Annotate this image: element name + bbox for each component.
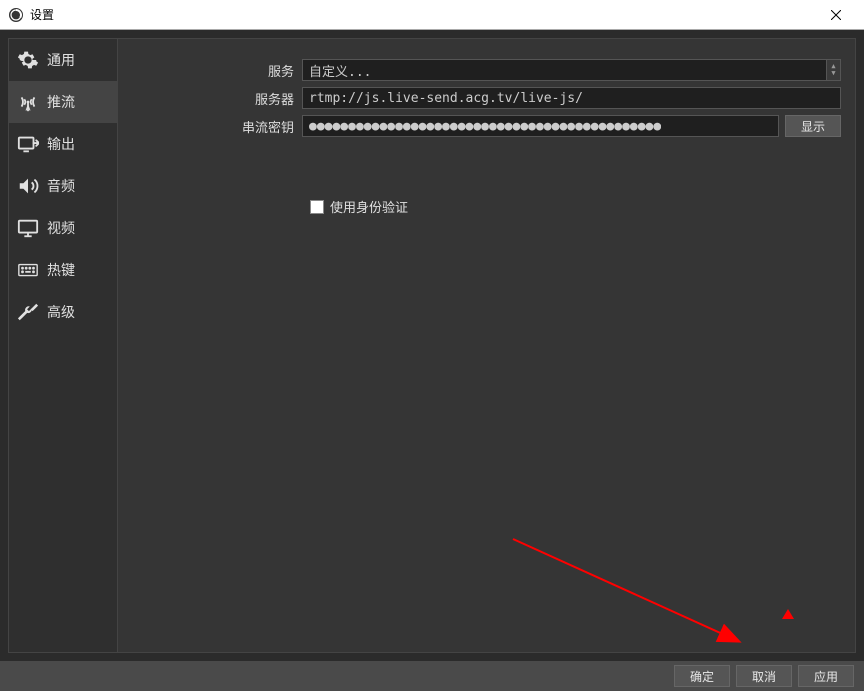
sidebar-item-label: 热键 — [47, 260, 75, 280]
monitor-icon — [17, 217, 39, 239]
gear-icon — [17, 49, 39, 71]
svg-text:A: A — [25, 103, 31, 112]
server-input-value: rtmp://js.live-send.acg.tv/live-js/ — [309, 91, 583, 106]
dialog-footer: 确定 取消 应用 — [0, 661, 864, 691]
ok-button[interactable]: 确定 — [674, 665, 730, 687]
stream-key-label: 串流密钥 — [132, 117, 302, 136]
sidebar-item-general[interactable]: 通用 — [9, 39, 117, 81]
service-row: 服务 自定义... ▲▼ — [132, 59, 841, 81]
server-row: 服务器 rtmp://js.live-send.acg.tv/live-js/ — [132, 87, 841, 109]
stream-key-masked-value: ●●●●●●●●●●●●●●●●●●●●●●●●●●●●●●●●●●●●●●●●… — [309, 119, 661, 134]
show-stream-key-button[interactable]: 显示 — [785, 115, 841, 137]
keyboard-icon — [17, 259, 39, 281]
cancel-button[interactable]: 取消 — [736, 665, 792, 687]
server-input[interactable]: rtmp://js.live-send.acg.tv/live-js/ — [302, 87, 841, 109]
service-label: 服务 — [132, 61, 302, 80]
close-button[interactable] — [816, 0, 856, 29]
apply-button[interactable]: 应用 — [798, 665, 854, 687]
sidebar-item-hotkeys[interactable]: 热键 — [9, 249, 117, 291]
settings-sidebar: 通用 A 推流 输出 — [8, 38, 118, 653]
sidebar-item-audio[interactable]: 音频 — [9, 165, 117, 207]
use-auth-label: 使用身份验证 — [330, 197, 408, 216]
window-title: 设置 — [30, 6, 816, 23]
sidebar-item-label: 推流 — [47, 92, 75, 112]
sidebar-item-label: 音频 — [47, 176, 75, 196]
titlebar: 设置 — [0, 0, 864, 30]
obs-icon — [8, 7, 24, 23]
server-label: 服务器 — [132, 89, 302, 108]
service-select[interactable]: 自定义... ▲▼ — [302, 59, 841, 81]
sidebar-item-label: 输出 — [47, 134, 75, 154]
sidebar-item-output[interactable]: 输出 — [9, 123, 117, 165]
sidebar-item-video[interactable]: 视频 — [9, 207, 117, 249]
sidebar-item-label: 视频 — [47, 218, 75, 238]
chevron-updown-icon: ▲▼ — [826, 60, 840, 80]
speaker-icon — [17, 175, 39, 197]
antenna-icon: A — [17, 91, 39, 113]
stream-key-row: 串流密钥 ●●●●●●●●●●●●●●●●●●●●●●●●●●●●●●●●●●●… — [132, 115, 841, 137]
sidebar-item-label: 高级 — [47, 302, 75, 322]
service-select-value: 自定义... — [309, 61, 371, 80]
output-icon — [17, 133, 39, 155]
use-auth-row: 使用身份验证 — [310, 197, 841, 216]
sidebar-item-label: 通用 — [47, 50, 75, 70]
settings-content: 服务 自定义... ▲▼ 服务器 rtmp://js.live-send.acg… — [118, 38, 856, 653]
sidebar-item-advanced[interactable]: 高级 — [9, 291, 117, 333]
use-auth-checkbox[interactable] — [310, 200, 324, 214]
sidebar-item-stream[interactable]: A 推流 — [9, 81, 117, 123]
tools-icon — [17, 301, 39, 323]
stream-key-input[interactable]: ●●●●●●●●●●●●●●●●●●●●●●●●●●●●●●●●●●●●●●●●… — [302, 115, 779, 137]
